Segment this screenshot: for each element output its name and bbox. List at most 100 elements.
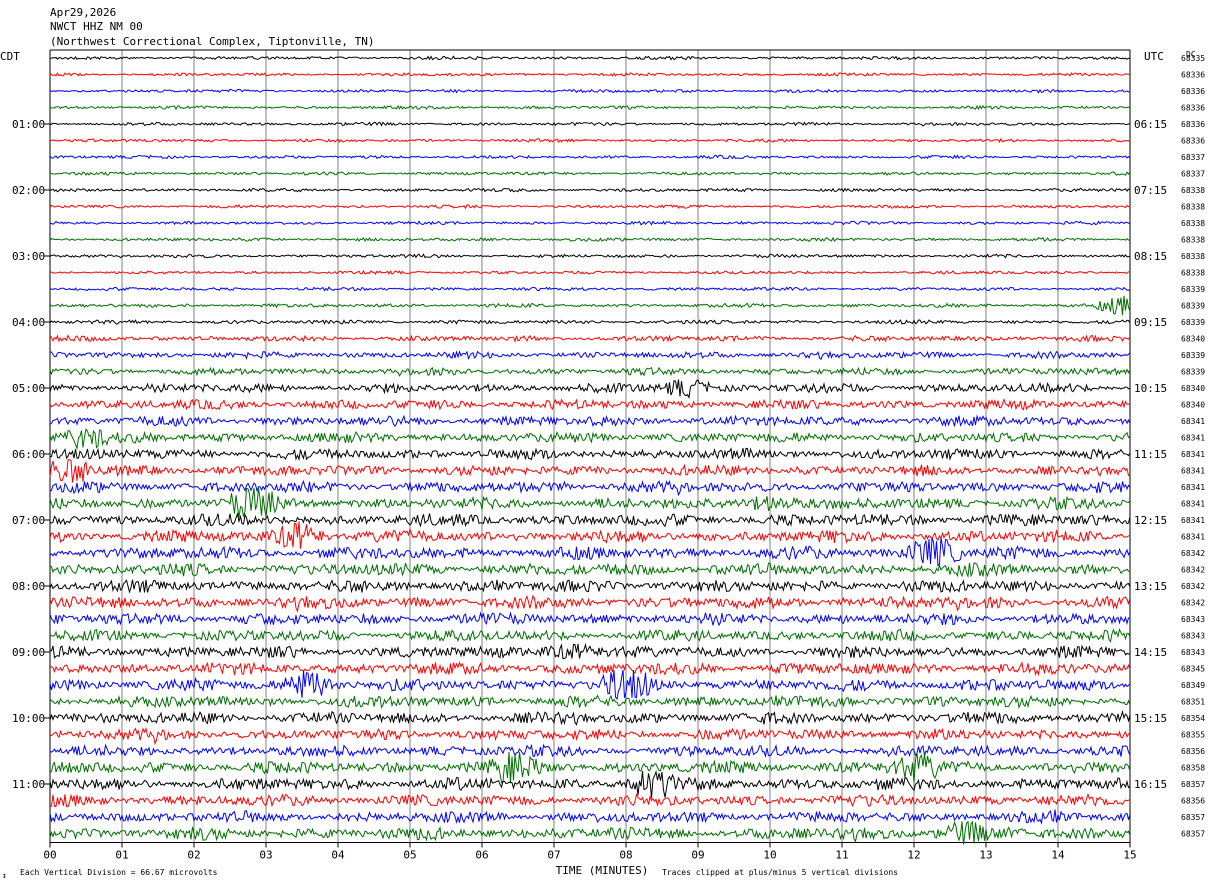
left-hour-label: 05:00 <box>12 382 45 395</box>
seismic-trace <box>49 286 1131 292</box>
dc-offset-value: 68338 <box>1181 252 1205 261</box>
left-hour-labels: 01:00 02:00 03:00 04:00 05:00 06:00 07:00 08:00… <box>12 118 50 791</box>
x-tick-label: 15 <box>1123 849 1136 862</box>
seismic-trace <box>49 104 1131 111</box>
dc-offset-value: 68357 <box>1181 830 1205 839</box>
seismic-trace <box>49 447 1131 462</box>
dc-offset-value: 68339 <box>1181 302 1205 311</box>
dc-offset-value: 68357 <box>1181 813 1205 822</box>
dc-offset-value: 68336 <box>1181 104 1205 113</box>
scale-note: Each Vertical Division = 66.67 microvolt… <box>20 868 218 877</box>
dc-offset-value: 68341 <box>1181 450 1205 459</box>
seismic-trace <box>49 428 1131 451</box>
seismic-trace <box>49 88 1130 94</box>
seismic-trace <box>50 792 1131 808</box>
seismic-trace <box>49 628 1131 643</box>
seismic-trace <box>49 487 1131 518</box>
left-hour-label: 07:00 <box>12 514 45 527</box>
dc-offset-value: 68338 <box>1181 219 1205 228</box>
dc-offset-value: 68339 <box>1181 318 1205 327</box>
dc-offset-value: 68337 <box>1181 153 1205 162</box>
right-hour-labels: 06:15 07:15 08:15 09:15 10:15 11:15 12:15 13:15… <box>1134 118 1167 791</box>
seismic-trace <box>49 350 1131 361</box>
seismic-trace <box>49 414 1131 428</box>
seismic-trace <box>49 660 1131 677</box>
x-tick-label: 01 <box>115 849 128 862</box>
seismic-trace <box>49 537 1131 567</box>
seismic-trace <box>49 709 1131 726</box>
dc-offset-value: 68340 <box>1181 335 1205 344</box>
left-hour-label: 02:00 <box>12 184 45 197</box>
seismic-trace <box>49 236 1131 243</box>
right-timezone-label: UTC <box>1144 50 1164 63</box>
x-tick-label: 02 <box>187 849 200 862</box>
dc-offset-value: 68351 <box>1181 698 1205 707</box>
dc-offset-value: 68338 <box>1181 269 1205 278</box>
dc-offset-value: 68336 <box>1181 71 1205 80</box>
x-tick-label: 04 <box>331 849 345 862</box>
dc-offset-value: 68357 <box>1181 780 1205 789</box>
dc-offset-column: 68335 68336 68336 68336 68336 68336 68337 68337… <box>1181 54 1205 839</box>
seismic-trace <box>49 137 1131 144</box>
dc-offset-value: 68342 <box>1181 582 1205 591</box>
right-hour-label: 08:15 <box>1134 250 1167 263</box>
x-tick-label: 08 <box>619 849 632 862</box>
seismic-trace <box>49 295 1131 316</box>
x-tick-label: 06 <box>475 849 488 862</box>
x-tick-label: 05 <box>403 849 416 862</box>
seismic-trace <box>49 562 1131 579</box>
dc-offset-value: 68356 <box>1181 747 1205 756</box>
right-hour-label: 13:15 <box>1134 580 1167 593</box>
seismic-trace <box>49 72 1131 77</box>
left-hour-label: 10:00 <box>12 712 45 725</box>
left-timezone-label: CDT <box>0 50 20 63</box>
dc-offset-value: 68341 <box>1181 417 1205 426</box>
left-hour-label: 03:00 <box>12 250 45 263</box>
dc-offset-value: 68339 <box>1181 285 1205 294</box>
dc-offset-value: 68342 <box>1181 599 1205 608</box>
dc-offset-value: 68341 <box>1181 533 1205 542</box>
header-date: Apr29,2026 <box>50 6 116 19</box>
seismic-trace <box>49 187 1131 193</box>
seismic-trace <box>49 611 1131 627</box>
x-tick-label: 13 <box>979 849 992 862</box>
seismic-trace <box>49 397 1131 411</box>
grid-lines <box>49 49 1131 843</box>
right-hour-label: 07:15 <box>1134 184 1167 197</box>
dc-offset-value: 68343 <box>1181 648 1205 657</box>
right-hour-label: 09:15 <box>1134 316 1167 329</box>
dc-offset-value: 68343 <box>1181 632 1205 641</box>
x-tick-label: 09 <box>691 849 704 862</box>
dc-offset-value: 68341 <box>1181 434 1205 443</box>
left-hour-label: 09:00 <box>12 646 45 659</box>
left-hour-label: 08:00 <box>12 580 45 593</box>
x-axis-title: TIME (MINUTES) <box>556 864 649 877</box>
dc-offset-value: 68341 <box>1181 516 1205 525</box>
right-hour-label: 12:15 <box>1134 514 1167 527</box>
dc-offset-value: 68345 <box>1181 665 1205 674</box>
seismic-trace <box>49 366 1131 377</box>
header-location: (Northwest Correctional Complex, Tiptonv… <box>50 35 375 48</box>
seismic-trace <box>49 594 1131 613</box>
seismic-trace <box>49 820 1131 845</box>
left-hour-label: 06:00 <box>12 448 45 461</box>
seismic-trace <box>49 669 1131 701</box>
helicorder-plot: Apr29,2026 NWCT HHZ NM 00 (Northwest Cor… <box>0 6 1205 880</box>
dc-offset-value: 68341 <box>1181 483 1205 492</box>
seismic-trace <box>49 154 1131 160</box>
seismic-trace <box>49 334 1131 343</box>
x-tick-label: 14 <box>1051 849 1065 862</box>
dc-offset-value: 68349 <box>1181 681 1205 690</box>
dc-offset-value: 68337 <box>1181 170 1205 179</box>
left-hour-label: 04:00 <box>12 316 45 329</box>
dc-offset-value: 68339 <box>1181 351 1205 360</box>
dc-offset-value: 68341 <box>1181 500 1205 509</box>
left-hour-label: 01:00 <box>12 118 45 131</box>
dc-offset-value: 68339 <box>1181 368 1205 377</box>
dc-offset-value: 68335 <box>1181 54 1205 63</box>
dc-offset-value: 68342 <box>1181 566 1205 575</box>
dc-offset-value: 68356 <box>1181 797 1205 806</box>
seismic-trace <box>49 319 1131 326</box>
x-tick-label: 00 <box>43 849 56 862</box>
x-tick-label: 07 <box>547 849 560 862</box>
